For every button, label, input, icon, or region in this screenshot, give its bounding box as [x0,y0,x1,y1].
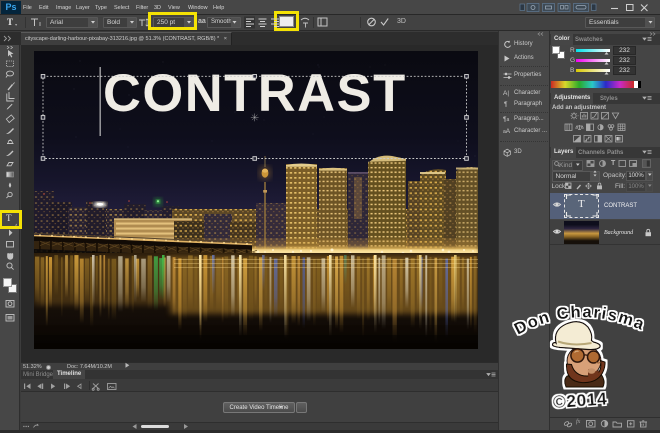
svg-text:©2014: ©2014 [552,388,608,412]
